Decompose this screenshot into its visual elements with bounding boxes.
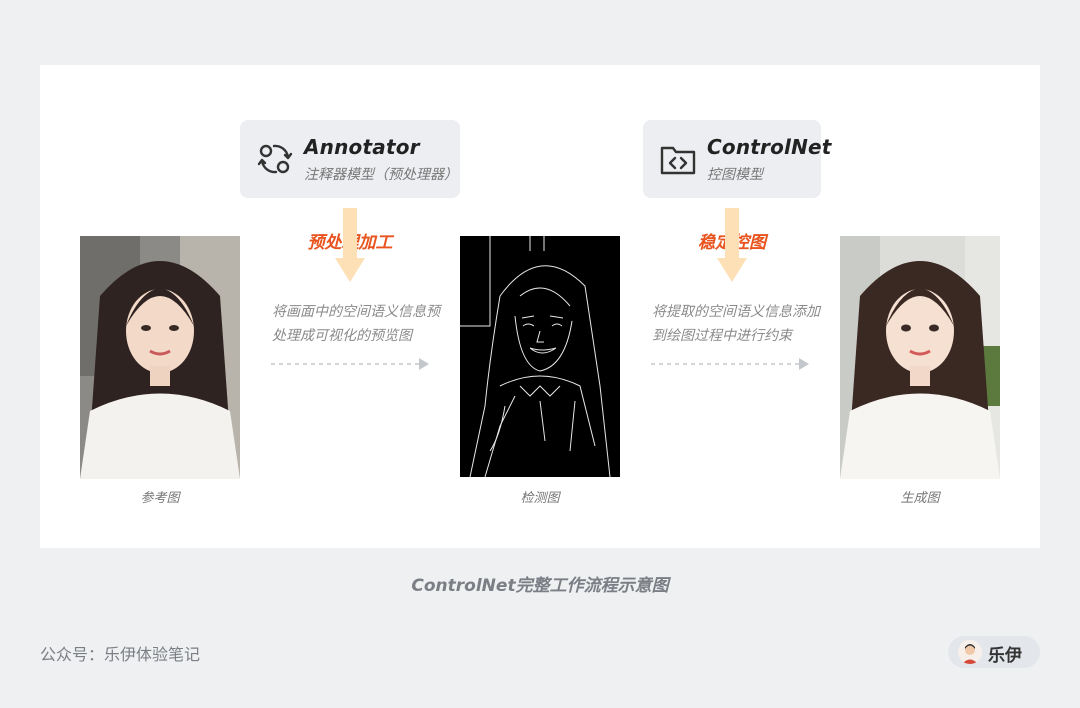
- step2-desc-line1: 将提取的空间语义信息添加: [652, 304, 820, 320]
- step1-desc-line1: 将画面中的空间语义信息预: [272, 304, 440, 320]
- controlnet-subtitle: 控图模型: [707, 167, 763, 183]
- annotator-cycle-icon: [257, 144, 293, 174]
- author-badge[interactable]: 乐伊: [948, 636, 1040, 668]
- code-folder-icon: [660, 146, 696, 175]
- detection-image: [460, 236, 620, 477]
- annotator-title: Annotator: [304, 135, 420, 159]
- down-arrow-icon: [717, 208, 747, 282]
- detection-label: 检测图: [520, 491, 560, 506]
- dashed-arrow-icon: [271, 358, 429, 370]
- controlnet-title: ControlNet: [707, 135, 832, 159]
- step2-desc-line2: 到绘图过程中进行约束: [652, 328, 792, 344]
- step2-description: 将提取的空间语义信息添加 到绘图过程中进行约束: [652, 300, 822, 348]
- author-name: 乐伊: [988, 646, 1022, 666]
- diagram-caption: ControlNet完整工作流程示意图: [411, 576, 669, 596]
- reference-label: 参考图: [140, 491, 180, 506]
- dashed-arrow-icon: [651, 358, 809, 370]
- down-arrow-icon: [335, 208, 365, 282]
- workflow-panel: Annotator 注释器模型（预处理器） ControlNet 控图模型 参考…: [40, 65, 1040, 548]
- step1-description: 将画面中的空间语义信息预 处理成可视化的预览图: [272, 300, 442, 348]
- step1-desc-line2: 处理成可视化的预览图: [272, 328, 412, 344]
- reference-image: [80, 236, 240, 479]
- avatar: [958, 640, 982, 664]
- account-text: 公众号：乐伊体验笔记: [40, 645, 201, 664]
- annotator-box: Annotator 注释器模型（预处理器）: [240, 120, 460, 198]
- controlnet-box: ControlNet 控图模型: [643, 120, 831, 198]
- annotator-subtitle: 注释器模型（预处理器）: [304, 167, 458, 183]
- generated-image: [840, 236, 1000, 479]
- generated-label: 生成图: [900, 491, 940, 506]
